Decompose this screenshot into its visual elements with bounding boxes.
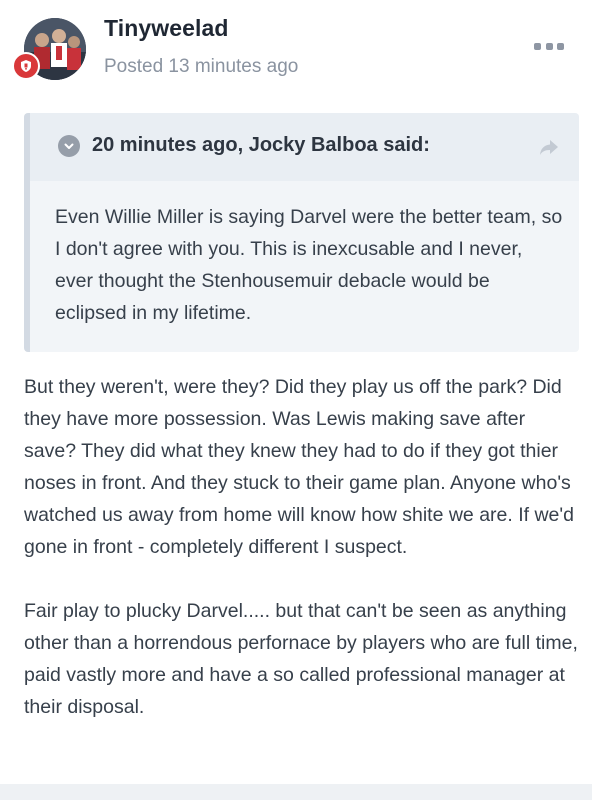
share-arrow-icon[interactable] [538, 137, 560, 157]
post-timestamp[interactable]: Posted 13 minutes ago [104, 56, 298, 78]
quote-text: Even Willie Miller is saying Darvel were… [55, 206, 563, 324]
post-paragraph: But they weren't, were they? Did they pl… [24, 376, 574, 558]
quote-header: 20 minutes ago, Jocky Balboa said: [30, 113, 579, 181]
dot [545, 42, 553, 50]
more-options-icon[interactable] [534, 38, 564, 54]
quote-block: 20 minutes ago, Jocky Balboa said: Even … [24, 113, 579, 352]
rank-badge-icon [12, 52, 40, 80]
post-paragraph: Fair play to plucky Darvel..... but that… [24, 600, 578, 718]
post-content: But they weren't, were they? Did they pl… [24, 371, 580, 723]
dot [534, 42, 541, 50]
dot [557, 42, 564, 50]
post-header: Tinyweelad Posted 13 minutes ago [0, 0, 592, 100]
quote-citation[interactable]: 20 minutes ago, Jocky Balboa said: [92, 134, 430, 157]
chevron-down-icon[interactable] [58, 135, 80, 157]
author-name[interactable]: Tinyweelad [104, 15, 229, 42]
post-divider [0, 784, 592, 800]
